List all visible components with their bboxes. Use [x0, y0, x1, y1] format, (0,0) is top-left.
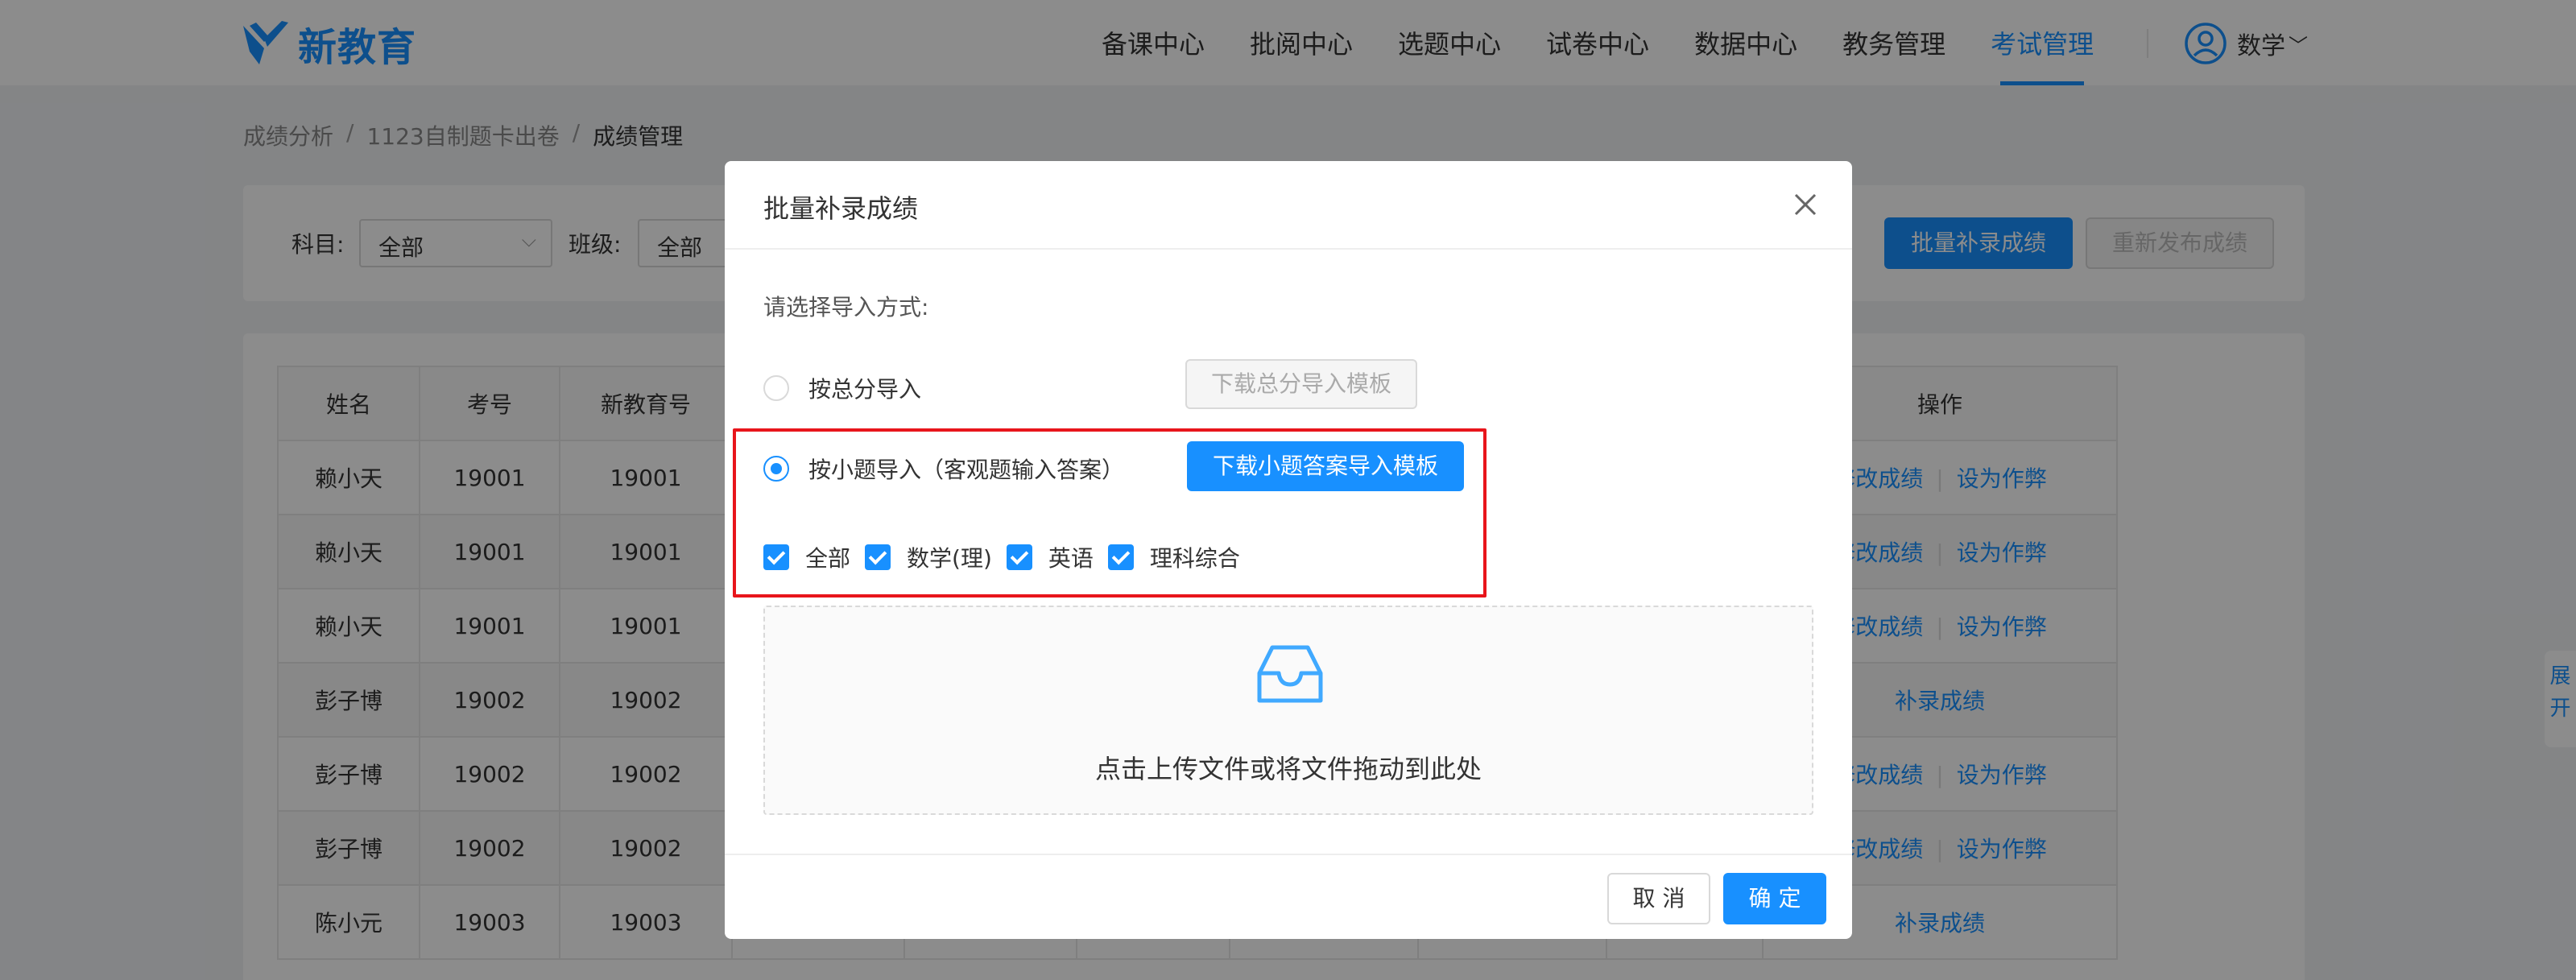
checkbox-all[interactable]: 全部 — [763, 541, 850, 573]
confirm-button[interactable]: 确 定 — [1723, 873, 1826, 924]
inbox-icon — [1257, 645, 1323, 703]
radio-import-items[interactable]: 按小题导入（客观题输入答案） — [763, 453, 1124, 485]
checkbox-label: 全部 — [805, 545, 851, 572]
radio-button[interactable] — [763, 375, 789, 401]
modal-title: 批量补录成绩 — [763, 193, 919, 224]
checkbox-checked[interactable] — [763, 544, 789, 570]
upload-dropzone[interactable]: 点击上传文件或将文件拖动到此处 — [763, 606, 1813, 815]
checkbox-checked[interactable] — [865, 544, 891, 570]
subject-checkbox-group: 全部 数学(理) 英语 理科综合 — [763, 541, 1255, 573]
close-icon[interactable] — [1791, 190, 1820, 219]
dropzone-text: 点击上传文件或将文件拖动到此处 — [1094, 754, 1482, 784]
download-item-template-button[interactable]: 下载小题答案导入模板 — [1187, 441, 1464, 491]
checkbox-math[interactable]: 数学(理) — [865, 541, 992, 573]
checkbox-science[interactable]: 理科综合 — [1107, 541, 1240, 573]
download-total-template-button[interactable]: 下载总分导入模板 — [1185, 359, 1417, 409]
checkbox-label: 理科综合 — [1149, 545, 1240, 572]
modal-footer: 取 消 确 定 — [725, 854, 1852, 939]
checkbox-checked[interactable] — [1006, 544, 1032, 570]
radio-button-checked[interactable] — [763, 456, 789, 482]
checkbox-checked[interactable] — [1107, 544, 1134, 570]
radio-label: 按总分导入 — [808, 376, 922, 403]
checkbox-label: 英语 — [1048, 545, 1094, 572]
checkbox-english[interactable]: 英语 — [1006, 541, 1094, 573]
radio-label: 按小题导入（客观题输入答案） — [808, 457, 1125, 483]
import-method-prompt: 请选择导入方式: — [763, 294, 929, 320]
modal-header: 批量补录成绩 — [725, 161, 1852, 250]
batch-supplement-modal: 批量补录成绩 请选择导入方式: 按总分导入 下载总分导入模板 按小题导入（客观题… — [725, 161, 1852, 939]
cancel-button[interactable]: 取 消 — [1607, 873, 1710, 924]
checkbox-label: 数学(理) — [907, 545, 992, 572]
radio-import-total[interactable]: 按总分导入 — [763, 372, 921, 404]
